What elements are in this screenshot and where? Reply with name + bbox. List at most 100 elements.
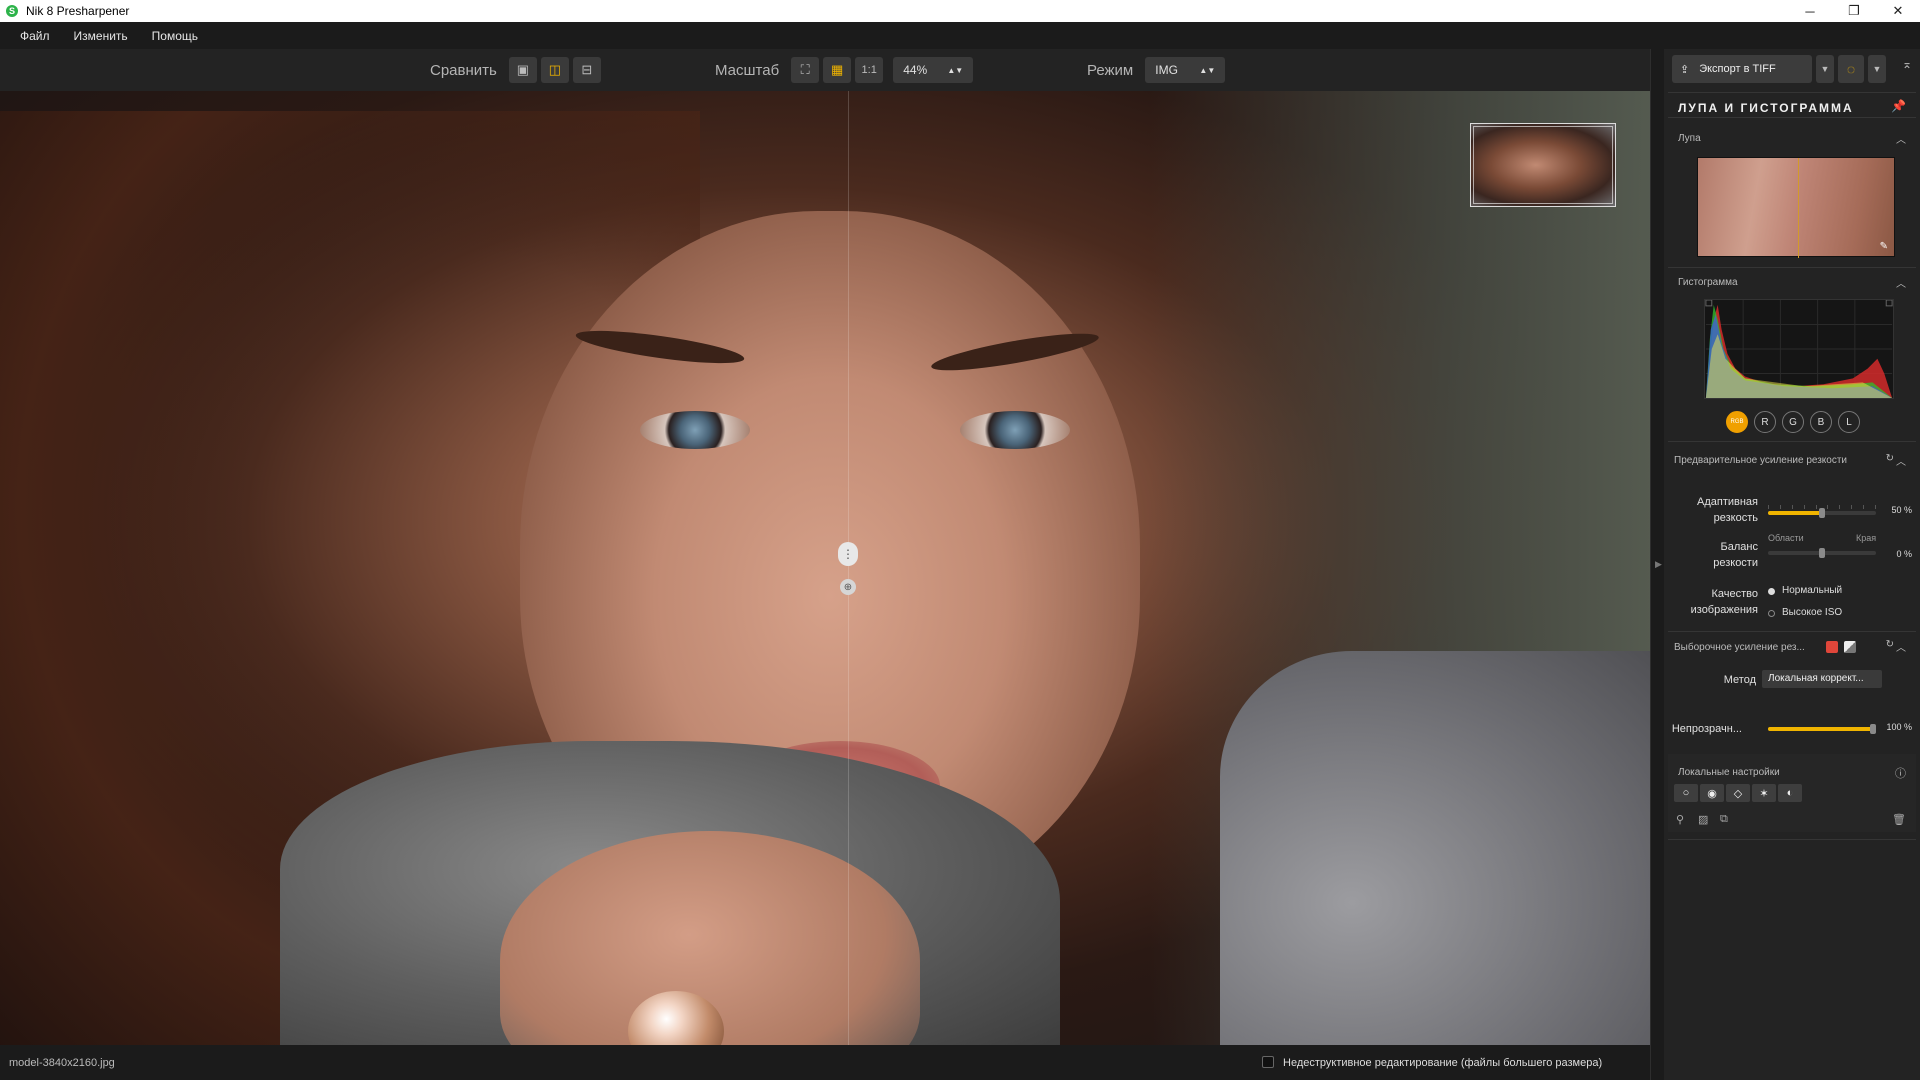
panel-divider[interactable]: ▶ [1650, 49, 1664, 1080]
split-rotate-handle[interactable]: ⊕ [840, 579, 856, 595]
sparkle-icon: ✶ [1759, 787, 1769, 800]
selective-header[interactable]: Выборочное усиление рез... [1674, 642, 1805, 653]
separator [1668, 92, 1916, 93]
color-mask-button[interactable]: ◐ [1778, 784, 1802, 802]
chevron-up-icon[interactable]: ︿ [1896, 639, 1906, 654]
expand-arrow-icon[interactable]: ▶ [1655, 559, 1662, 570]
selective-color-swatch[interactable] [1826, 641, 1838, 653]
balance-slider[interactable] [1768, 548, 1876, 558]
highlight-clip-indicator[interactable] [1885, 300, 1893, 307]
reset-icon[interactable]: ↻ [1886, 453, 1894, 464]
channel-rgb-button[interactable]: RGB [1726, 411, 1748, 433]
opacity-slider[interactable] [1768, 724, 1876, 734]
balance-left-label: Области [1768, 533, 1804, 543]
navigator-thumbnail[interactable] [1470, 123, 1616, 207]
chevron-up-icon[interactable]: ︿ [1896, 453, 1906, 468]
export-dropdown-button[interactable]: ▼ [1816, 55, 1834, 83]
adaptive-value: 50 % [1891, 505, 1912, 515]
separator [1668, 267, 1916, 268]
method-label: Метод [1723, 674, 1756, 686]
pin-icon[interactable]: 📌 [1891, 99, 1906, 113]
reset-icon[interactable]: ↻ [1886, 639, 1894, 650]
split-view-icon: ◫ [548, 62, 561, 77]
spinner-icon: ◌ [1846, 61, 1856, 77]
luminance-mask-button[interactable]: ✶ [1752, 784, 1776, 802]
shadow-clip-indicator[interactable] [1705, 300, 1713, 307]
collapse-panel-icon[interactable]: ⌅ [1902, 57, 1912, 71]
channel-l-button[interactable]: L [1838, 411, 1860, 433]
method-value: Локальная коррект... [1768, 673, 1864, 684]
zoom-value: 44% [903, 63, 928, 77]
presharpen-header[interactable]: Предварительное усиление резкости [1674, 455, 1847, 466]
channel-b-button[interactable]: B [1810, 411, 1832, 433]
selective-mask-icon[interactable] [1844, 641, 1856, 653]
channel-g-button[interactable]: G [1782, 411, 1804, 433]
presets-button[interactable]: ◌ [1838, 55, 1864, 83]
navigator-viewport[interactable] [1473, 126, 1613, 204]
status-bar: model-3840x2160.jpg Недеструктивное реда… [0, 1045, 1650, 1080]
adaptive-slider-knob[interactable] [1819, 508, 1825, 518]
compare-overlay-button[interactable]: ▣ [508, 57, 537, 83]
opacity-slider-knob[interactable] [1870, 724, 1876, 734]
fill-screen-button[interactable]: ▦ [823, 57, 852, 83]
export-bar: ⇪ Экспорт в TIFF ▼ ◌ ▼ [1672, 55, 1912, 83]
close-button[interactable]: ✕ [1876, 0, 1920, 22]
loupe-header[interactable]: Лупа [1678, 133, 1701, 144]
chevron-up-icon[interactable]: ︿ [1896, 131, 1906, 146]
control-point-button[interactable]: ○ [1674, 784, 1698, 802]
duplicate-icon[interactable]: ⧉ [1720, 813, 1728, 826]
split-drag-handle[interactable]: ⋮ [838, 542, 858, 566]
separator [1668, 441, 1916, 442]
loupe-pin-icon[interactable]: ✎ [1880, 241, 1888, 252]
overlay-icon: ▣ [516, 62, 529, 77]
compare-side-button[interactable]: ⊟ [572, 57, 601, 83]
export-icon: ⇪ [1680, 63, 1690, 76]
one-to-one-button[interactable]: 1:1 [855, 57, 884, 83]
adaptive-slider[interactable] [1768, 508, 1876, 518]
export-label: Экспорт в TIFF [1699, 63, 1776, 75]
restore-button[interactable]: ❐ [1832, 0, 1876, 22]
brush-icon: ◉ [1707, 787, 1717, 800]
export-button[interactable]: ⇪ Экспорт в TIFF [1672, 55, 1812, 83]
help-icon[interactable]: ⓘ [1895, 765, 1906, 781]
quality-highiso-radio[interactable] [1768, 610, 1775, 617]
quality-label: Качество изображения [1664, 586, 1758, 618]
adaptive-label: Адаптивная резкость [1664, 494, 1758, 526]
quality-normal-radio[interactable] [1768, 588, 1775, 595]
nondestructive-label[interactable]: Недеструктивное редактирование (файлы бо… [1283, 1057, 1602, 1069]
compare-group: Сравнить ▣ ◫ ⊟ [430, 57, 601, 83]
menu-file[interactable]: Файл [20, 29, 50, 43]
chevron-up-icon[interactable]: ︿ [1896, 275, 1906, 290]
opacity-slider-fill [1768, 727, 1876, 731]
balance-value: 0 % [1896, 549, 1912, 559]
balance-label-line1: Баланс [1720, 541, 1758, 553]
fit-screen-button[interactable]: ⛶ [791, 57, 820, 83]
channel-r-button[interactable]: R [1754, 411, 1776, 433]
menu-help[interactable]: Помощь [152, 29, 198, 43]
presets-dropdown-button[interactable]: ▼ [1868, 55, 1886, 83]
loupe-view[interactable]: ✎ [1697, 157, 1895, 258]
local-adjustments-header: Локальные настройки [1678, 767, 1780, 778]
menu-edit[interactable]: Изменить [74, 29, 128, 43]
zoom-select[interactable]: 44% ▲▼ [893, 57, 974, 83]
nondestructive-checkbox[interactable] [1262, 1056, 1274, 1068]
compare-split-button[interactable]: ◫ [540, 57, 569, 83]
histogram-header[interactable]: Гистограмма [1678, 277, 1738, 288]
method-select[interactable]: Локальная коррект... [1762, 670, 1882, 688]
split-divider-line[interactable] [848, 91, 849, 1045]
quality-normal-label[interactable]: Нормальный [1782, 585, 1842, 596]
adaptive-label-line1: Адаптивная [1696, 496, 1758, 508]
image-canvas[interactable]: ⋮ ⊕ [0, 91, 1650, 1045]
section-title: ЛУПА И ГИСТОГРАММА [1678, 101, 1854, 115]
brush-button[interactable]: ◉ [1700, 784, 1724, 802]
lasso-button[interactable]: ◇ [1726, 784, 1750, 802]
mask-view-icon[interactable]: ▨ [1698, 813, 1708, 826]
local-tools: ○ ◉ ◇ ✶ ◐ [1674, 784, 1802, 802]
quality-highiso-label[interactable]: Высокое ISO [1782, 607, 1842, 618]
photo-eye-left [640, 411, 750, 449]
balance-slider-knob[interactable] [1819, 548, 1825, 558]
trash-icon[interactable]: 🗑 [1892, 813, 1906, 826]
mode-select[interactable]: IMG ▲▼ [1145, 57, 1226, 83]
minimize-button[interactable]: ─ [1788, 0, 1832, 22]
settings-icon[interactable]: ⚲ [1676, 813, 1684, 826]
